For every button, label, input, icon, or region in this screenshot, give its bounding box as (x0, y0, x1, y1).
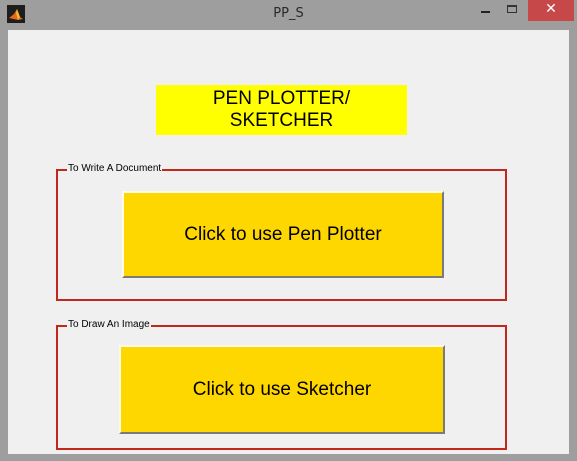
banner-line-1: PEN PLOTTER/ (212, 88, 351, 109)
write-document-panel-title: To Write A Document (67, 163, 163, 175)
minimize-icon (481, 11, 490, 13)
sketcher-button[interactable]: Click to use Sketcher (119, 345, 445, 434)
close-icon: ✕ (545, 1, 557, 17)
pen-plotter-button[interactable]: Click to use Pen Plotter (122, 191, 444, 278)
client-area: PEN PLOTTER/ SKETCHER To Write A Documen… (8, 30, 569, 454)
app-title-banner: PEN PLOTTER/ SKETCHER (156, 85, 407, 135)
minimize-button[interactable] (470, 0, 500, 21)
draw-image-panel-title: To Draw An Image (67, 319, 151, 331)
maximize-icon (507, 5, 517, 13)
maximize-button[interactable] (498, 0, 526, 21)
title-bar[interactable]: PP_S ✕ (0, 0, 577, 30)
banner-line-2: SKETCHER (229, 110, 334, 131)
app-window: PP_S ✕ PEN PLOTTER/ SKETCHER To Write A … (0, 0, 577, 461)
close-button[interactable]: ✕ (528, 0, 574, 21)
